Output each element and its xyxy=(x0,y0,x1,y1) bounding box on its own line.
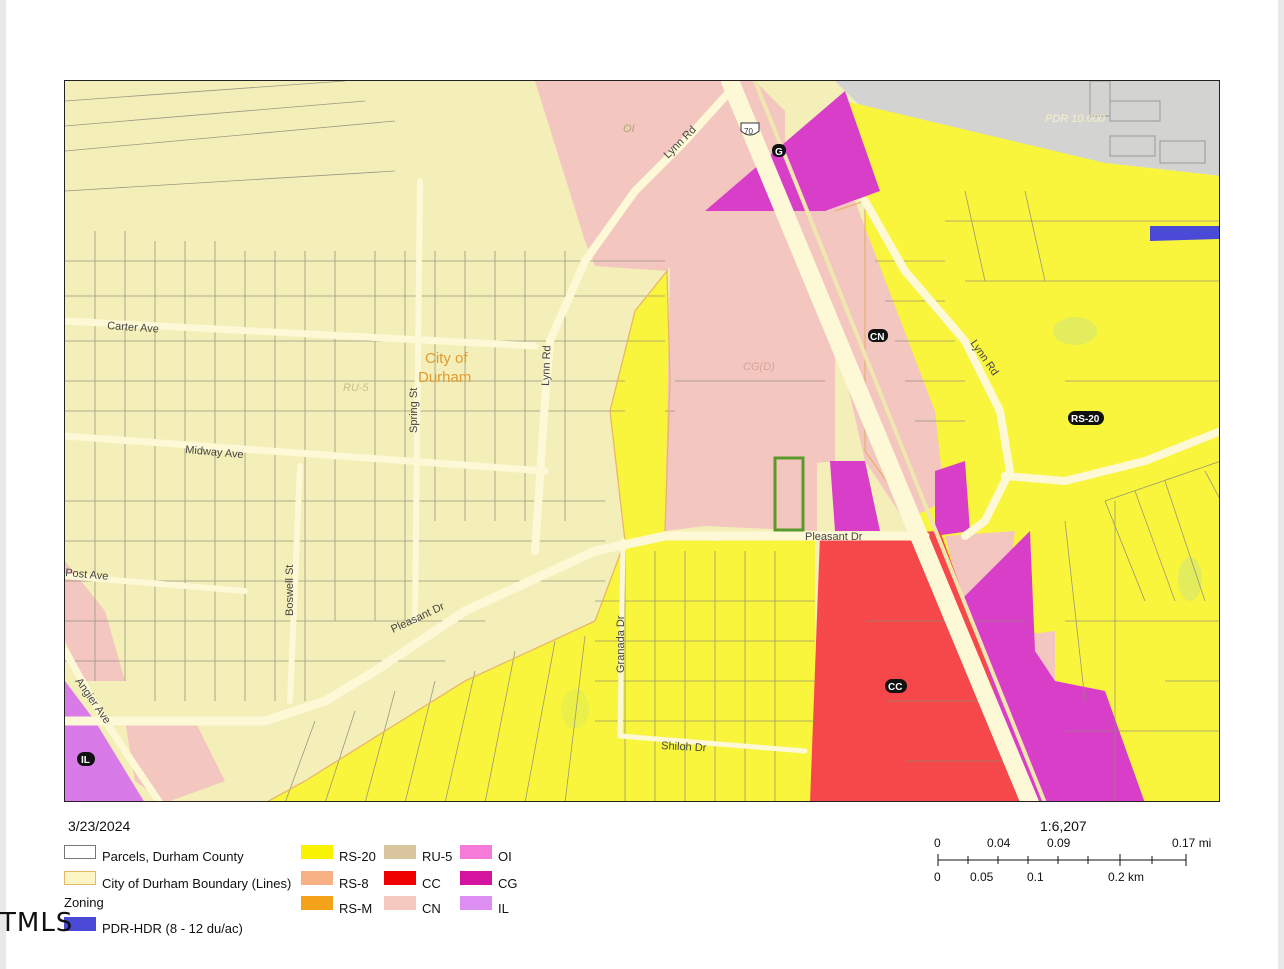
legend-swatch-city-boundary xyxy=(64,871,96,885)
zone-label-cgd: CG(D) xyxy=(743,361,775,373)
legend-swatch-cn xyxy=(384,896,416,910)
zoning-map[interactable]: Carter Ave Midway Ave Post Ave Spring St… xyxy=(64,80,1220,802)
scale-bar: 0 0.04 0.09 0.17 mi 0 0.05 0.1 0.2 km xyxy=(930,836,1220,886)
scale-top-tick-1: 0.04 xyxy=(987,836,1011,850)
legend-label-cg: CG xyxy=(498,876,518,891)
legend-label-cc: CC xyxy=(422,876,441,891)
road-label-shiloh-dr: Shiloh Dr xyxy=(661,740,707,754)
road-label-granada-dr: Granada Dr xyxy=(615,615,627,673)
legend-label-rs8: RS-8 xyxy=(339,876,369,891)
legend-swatch-rs20 xyxy=(301,845,333,859)
legend-label-rs20: RS-20 xyxy=(339,849,376,864)
legend-swatch-cg xyxy=(460,871,492,885)
scale-top-tick-3: 0.17 mi xyxy=(1172,836,1212,850)
zone-label-rs20: RS-20 xyxy=(1071,414,1100,425)
cg-zone-mid2 xyxy=(935,461,970,536)
zone-label-cc: CC xyxy=(888,682,902,693)
legend-swatch-oi xyxy=(460,845,492,859)
legend-label-oi: OI xyxy=(498,849,512,864)
zone-label-cn: CN xyxy=(870,332,884,343)
scale-ratio: 1:6,207 xyxy=(1040,818,1087,834)
scale-bottom-tick-2: 0.1 xyxy=(1027,870,1044,884)
scale-top-tick-2: 0.09 xyxy=(1047,836,1071,850)
legend-label-cn: CN xyxy=(422,901,441,916)
legend-swatch-ru5 xyxy=(384,845,416,859)
scale-bottom-tick-3: 0.2 km xyxy=(1108,870,1145,884)
scale-top-tick-0: 0 xyxy=(934,836,941,850)
legend-swatch-cc xyxy=(384,871,416,885)
map-date: 3/23/2024 xyxy=(68,818,131,834)
city-label-line1: City of xyxy=(425,350,468,367)
zone-label-pdr: PDR 10.000 xyxy=(1045,113,1106,125)
zone-label-oi: OI xyxy=(623,123,635,135)
us70-label: 70 xyxy=(744,127,753,136)
road-label-pleasant-dr-east: Pleasant Dr xyxy=(805,531,863,543)
legend-swatch-il xyxy=(460,896,492,910)
legend-label-pdr-hdr: PDR-HDR (8 - 12 du/ac) xyxy=(102,921,243,936)
pdr-hdr-sliver xyxy=(1150,226,1219,241)
legend-label-ru5: RU-5 xyxy=(422,849,453,864)
page-edge-left xyxy=(0,0,6,969)
page-edge-right xyxy=(1278,0,1284,969)
scale-bottom-tick-0: 0 xyxy=(934,870,941,884)
legend-swatch-rs8 xyxy=(301,871,333,885)
watermark-logo: TMLS xyxy=(0,908,74,938)
zone-label-ru5: RU-5 xyxy=(343,382,370,394)
legend-label-rsm: RS-M xyxy=(339,901,373,916)
road-label-lynn-rd-mid: Lynn Rd xyxy=(540,345,553,386)
legend-label-parcels: Parcels, Durham County xyxy=(102,849,244,864)
zone-label-cg-small: G xyxy=(775,147,783,158)
road-label-boswell-st: Boswell St xyxy=(284,565,296,616)
zone-label-il: IL xyxy=(81,755,90,766)
legend-label-city-boundary: City of Durham Boundary (Lines) xyxy=(102,876,292,891)
scale-bottom-tick-1: 0.05 xyxy=(970,870,994,884)
legend-swatch-parcels xyxy=(64,845,96,859)
legend-swatch-rsm xyxy=(301,896,333,910)
legend-label-il: IL xyxy=(498,901,509,916)
city-label-line2: Durham xyxy=(418,369,471,386)
road-label-spring-st: Spring St xyxy=(408,388,420,433)
